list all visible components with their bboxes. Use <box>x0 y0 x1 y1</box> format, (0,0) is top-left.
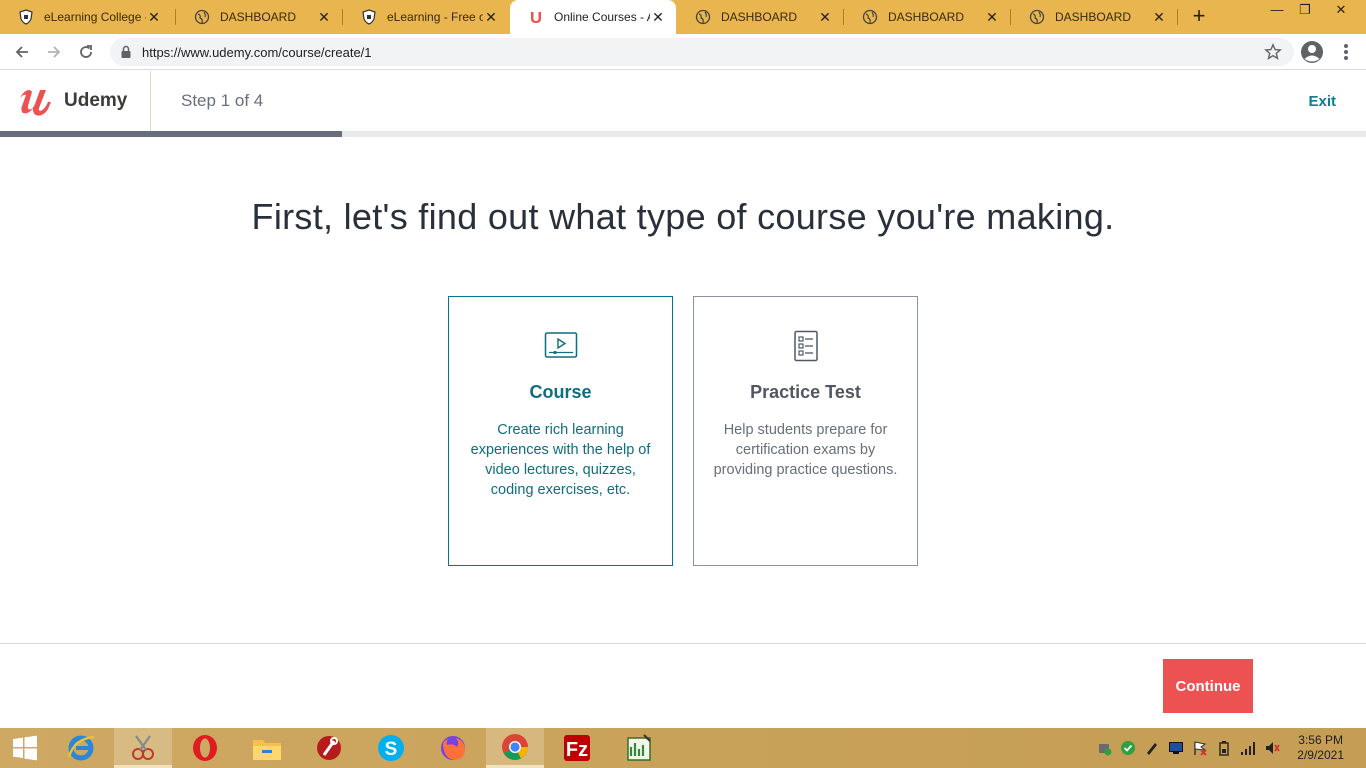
globe-icon <box>695 9 711 25</box>
address-bar[interactable]: https://www.udemy.com/course/create/1 <box>110 38 1294 66</box>
globe-icon <box>194 9 210 25</box>
security-check-icon[interactable] <box>1120 740 1136 756</box>
card-description: Create rich learning experiences with th… <box>470 422 651 498</box>
checklist-icon <box>789 330 823 362</box>
tab-label: DASHBOARD <box>888 10 965 24</box>
browser-menu-icon[interactable] <box>1336 42 1356 62</box>
page-headline: First, let's find out what type of cours… <box>251 196 1115 237</box>
volume-muted-icon[interactable] <box>1264 740 1280 756</box>
opera-icon[interactable] <box>176 728 234 768</box>
elearning-shield-icon <box>18 9 34 25</box>
lock-icon[interactable] <box>120 45 132 64</box>
snipping-tool-icon[interactable] <box>114 728 172 768</box>
network-adapter-icon[interactable] <box>1096 740 1112 756</box>
course-create-header: Udemy Step 1 of 4 Exit <box>0 71 1366 131</box>
close-icon[interactable]: ✕ <box>650 9 666 25</box>
tab-label: eLearning - Free on <box>387 10 483 24</box>
reload-icon[interactable] <box>74 40 98 64</box>
signal-strength-icon[interactable] <box>1240 740 1256 756</box>
header-divider <box>150 71 151 131</box>
pen-tray-icon[interactable] <box>1144 740 1160 756</box>
restore-icon[interactable]: ❐ <box>1290 0 1320 22</box>
step-indicator: Step 1 of 4 <box>181 91 264 110</box>
notepad-chart-icon[interactable] <box>610 728 668 768</box>
profile-avatar-icon[interactable] <box>1300 40 1324 64</box>
close-icon[interactable]: ✕ <box>1151 9 1167 25</box>
card-title: Practice Test <box>750 382 861 402</box>
window-close-icon[interactable]: ✕ <box>1326 0 1356 22</box>
back-arrow-icon[interactable] <box>10 40 34 64</box>
skype-icon[interactable]: S <box>362 728 420 768</box>
close-icon[interactable]: ✕ <box>984 9 1000 25</box>
close-icon[interactable]: ✕ <box>146 9 162 25</box>
bookmark-star-icon[interactable] <box>1264 43 1282 66</box>
globe-icon <box>862 9 878 25</box>
close-icon[interactable]: ✕ <box>817 9 833 25</box>
footer-divider <box>0 643 1366 644</box>
tab-label: eLearning College - <box>44 10 146 24</box>
tab-label: DASHBOARD <box>721 10 798 24</box>
continue-button[interactable]: Continue <box>1163 659 1253 713</box>
tab-label: DASHBOARD <box>1055 10 1132 24</box>
course-type-card-course[interactable]: Course Create rich learning experiences … <box>448 296 673 566</box>
card-description: Help students prepare for certification … <box>713 422 898 478</box>
close-icon[interactable]: ✕ <box>316 9 332 25</box>
close-icon[interactable]: ✕ <box>483 9 499 25</box>
tab-label: DASHBOARD <box>220 10 297 24</box>
chrome-icon[interactable] <box>486 728 544 768</box>
file-explorer-icon[interactable] <box>238 728 296 768</box>
windows-start-icon[interactable] <box>0 728 50 768</box>
battery-tray-icon[interactable] <box>1216 740 1232 756</box>
forward-arrow-icon[interactable] <box>42 40 66 64</box>
tab-online-courses[interactable]: Online Courses - A ✕ <box>510 0 676 34</box>
windows-taskbar: S Fz 3:56 PM 2/9/2021 <box>0 728 1366 768</box>
globe-icon <box>1029 9 1045 25</box>
tab-separator <box>1177 9 1178 25</box>
video-lecture-icon <box>544 330 578 362</box>
app-icon-red-wrench[interactable] <box>300 728 358 768</box>
filezilla-icon[interactable]: Fz <box>548 728 606 768</box>
step-progress-bar <box>0 131 1366 137</box>
tab-label: Online Courses - A <box>554 10 650 24</box>
internet-explorer-icon[interactable] <box>52 728 110 768</box>
flag-tray-icon[interactable] <box>1192 740 1208 756</box>
new-tab-plus-icon[interactable]: + <box>1188 5 1210 28</box>
tab-dashboard[interactable]: DASHBOARD ✕ <box>844 0 1010 34</box>
udemy-logo-icon <box>20 90 51 116</box>
udemy-icon <box>528 9 544 25</box>
card-title: Course <box>529 382 592 402</box>
svg-text:Fz: Fz <box>566 739 588 761</box>
tab-dashboard[interactable]: DASHBOARD ✕ <box>1011 0 1177 34</box>
udemy-brand-text: Udemy <box>64 90 128 111</box>
browser-toolbar: https://www.udemy.com/course/create/1 <box>0 34 1366 70</box>
tab-dashboard[interactable]: DASHBOARD ✕ <box>176 0 342 34</box>
minimize-icon[interactable]: — <box>1262 0 1292 22</box>
display-tray-icon[interactable] <box>1168 740 1184 756</box>
tab-elearning-college[interactable]: eLearning College - ✕ <box>0 0 172 34</box>
exit-link[interactable]: Exit <box>1308 93 1336 110</box>
svg-text:S: S <box>385 739 398 760</box>
tab-dashboard[interactable]: DASHBOARD ✕ <box>677 0 843 34</box>
system-clock[interactable]: 3:56 PM 2/9/2021 <box>1297 733 1344 763</box>
browser-tab-strip: eLearning College - ✕ DASHBOARD ✕ eLearn… <box>0 0 1366 34</box>
tab-elearning-free[interactable]: eLearning - Free on ✕ <box>343 0 509 34</box>
elearning-shield-icon <box>361 9 377 25</box>
course-type-card-practice-test[interactable]: Practice Test Help students prepare for … <box>693 296 918 566</box>
url-text: https://www.udemy.com/course/create/1 <box>142 45 372 60</box>
udemy-logo[interactable]: Udemy <box>18 83 127 119</box>
firefox-icon[interactable] <box>424 728 482 768</box>
clock-date: 2/9/2021 <box>1297 748 1344 762</box>
step-progress-fill <box>0 131 342 137</box>
clock-time: 3:56 PM <box>1298 733 1343 747</box>
